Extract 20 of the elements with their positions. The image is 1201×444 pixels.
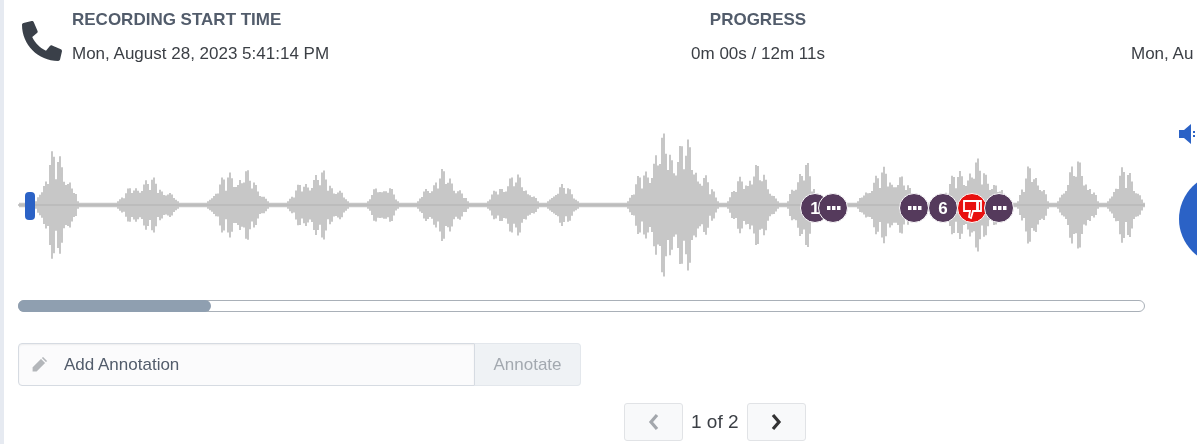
volume-icon[interactable] <box>1179 123 1197 145</box>
dots-marker-icon[interactable] <box>899 193 929 223</box>
scrollbar-thumb[interactable] <box>18 300 211 312</box>
end-time-value: Mon, Au <box>1131 43 1194 65</box>
dots-marker-icon[interactable] <box>984 193 1014 223</box>
start-time-label: RECORDING START TIME <box>72 9 283 31</box>
dots-marker-icon[interactable] <box>818 193 848 223</box>
annotation-field[interactable]: Add Annotation <box>18 343 475 386</box>
page-indicator: 1 of 2 <box>691 409 739 434</box>
progress-label: PROGRESS <box>709 9 807 31</box>
progress-value: 0m 00s / 12m 11s <box>691 43 825 65</box>
thumbs-down-marker-icon[interactable] <box>957 193 987 223</box>
chevron-left-icon <box>647 413 660 431</box>
phone-icon <box>22 20 62 62</box>
count-marker[interactable]: 6 <box>928 193 958 223</box>
pencil-icon <box>31 355 49 373</box>
playhead-handle[interactable] <box>25 192 35 220</box>
start-time-value: Mon, August 28, 2023 5:41:14 PM <box>72 43 331 65</box>
next-page-button[interactable] <box>746 403 806 441</box>
chevron-right-icon <box>770 413 783 431</box>
